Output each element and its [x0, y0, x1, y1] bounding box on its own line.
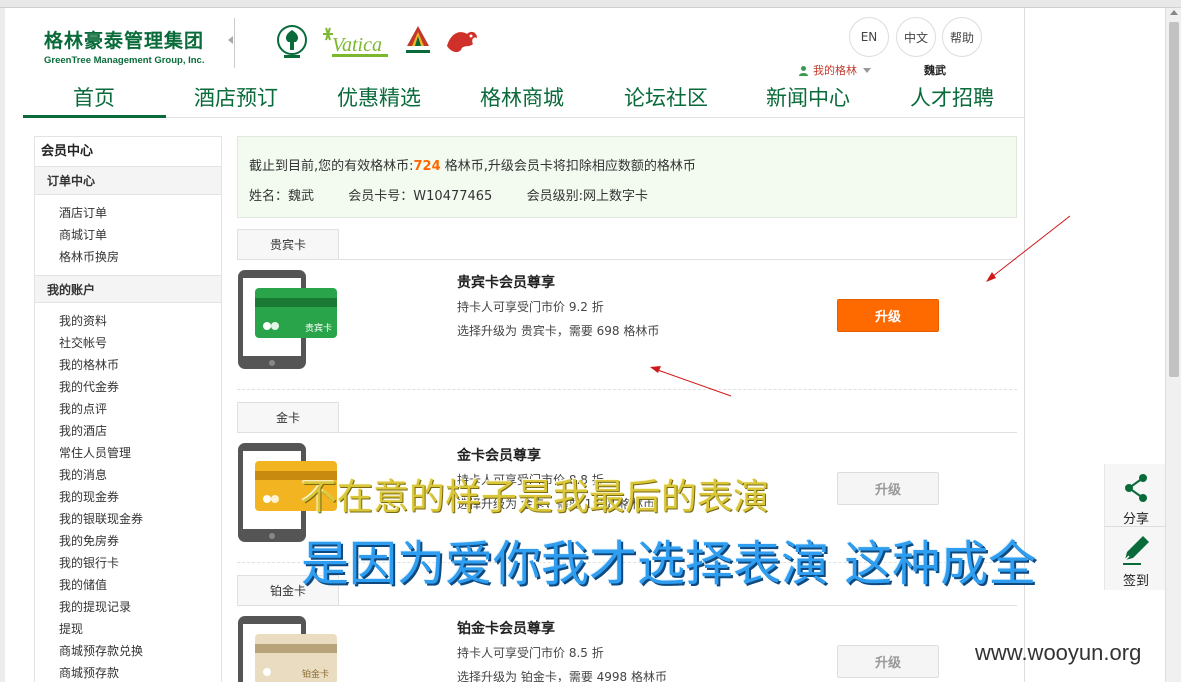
sidebar-item-free-room-coupons[interactable]: 我的免房券 — [35, 530, 221, 552]
scroll-thumb[interactable] — [1169, 22, 1179, 377]
vip-card-label: 贵宾卡 — [305, 322, 332, 334]
sidebar-section-account: 我的账户 — [35, 275, 221, 303]
upgrade-gold-button[interactable]: 升级 — [837, 472, 939, 505]
sidebar-item-bank-cards[interactable]: 我的银行卡 — [35, 552, 221, 574]
nav-item-news[interactable]: 新闻中心 — [766, 82, 850, 112]
share-divider — [1105, 526, 1167, 527]
platinum-card-cost: 选择升级为 铂金卡，需要 4998 格林币 — [457, 670, 667, 682]
sidebar-item-withdraw-records[interactable]: 我的提现记录 — [35, 596, 221, 618]
pen-icon — [1123, 536, 1149, 565]
lang-cn-label: 中文 — [903, 30, 928, 45]
logo-chinese-name: 格林豪泰管理集团 — [44, 30, 205, 52]
sidebar-item-profile[interactable]: 我的资料 — [35, 310, 221, 332]
coin-balance-text: 截止到目前,您的有效格林币:724 格林币,升级会员卡将扣除相应数额的格林币 — [249, 159, 696, 174]
greentree-inns-logo[interactable] — [276, 24, 308, 63]
sidebar-section-orders: 订单中心 — [35, 167, 221, 195]
sidebar-item-messages[interactable]: 我的消息 — [35, 464, 221, 486]
username: 魏武 — [924, 64, 946, 77]
caret-down-icon — [863, 67, 871, 73]
member-sidebar: 会员中心 订单中心 酒店订单 商城订单 格林币换房 我的账户 我的资料 社交帐号… — [34, 136, 222, 682]
card-separator — [237, 389, 1017, 390]
help-button[interactable]: 帮助 — [942, 17, 982, 57]
card-divider — [237, 259, 1017, 260]
lang-cn-button[interactable]: 中文 — [896, 17, 936, 57]
platinum-card-icon: 铂金卡 — [237, 614, 339, 682]
sidebar-item-coin-rooms[interactable]: 格林币换房 — [35, 246, 221, 268]
my-greentree-dropdown[interactable]: 我的格林 — [798, 62, 871, 78]
vatica-logo-text: Vatica — [332, 34, 382, 56]
coin-info-box: 截止到目前,您的有效格林币:724 格林币,升级会员卡将扣除相应数额的格林币 姓… — [237, 136, 1017, 218]
lyric-overlay-line1: 不在意的样子是我最后的表演 — [301, 477, 770, 518]
nav-item-mall[interactable]: 格林商城 — [480, 82, 564, 112]
platinum-card-title: 铂金卡会员尊享 — [457, 621, 555, 637]
sidebar-item-mall-deposit[interactable]: 商城预存款 — [35, 662, 221, 682]
card-divider — [237, 605, 1017, 606]
alyi-hotels-logo[interactable] — [403, 24, 433, 63]
dragon-logo[interactable] — [443, 26, 481, 61]
lyric-overlay-line2: 是因为爱你我才选择表演 这种成全 — [301, 536, 1037, 592]
sidebar-title: 会员中心 — [35, 137, 221, 167]
card-divider — [237, 432, 1017, 433]
gold-card-title: 金卡会员尊享 — [457, 448, 541, 464]
logo-english-name: GreenTree Management Group, Inc. — [44, 55, 205, 66]
watermark: www.wooyun.org — [975, 640, 1142, 665]
site-logo[interactable]: 格林豪泰管理集团 GreenTree Management Group, Inc… — [44, 26, 204, 66]
member-name: 姓名：魏武 — [249, 189, 315, 204]
vip-card-discount: 持卡人可享受门市价 9.2 折 — [457, 300, 604, 314]
sidebar-item-cash-coupons[interactable]: 我的现金券 — [35, 486, 221, 508]
scroll-up-icon[interactable] — [1170, 10, 1178, 15]
vertical-scrollbar[interactable] — [1165, 8, 1181, 682]
sidebar-item-my-coins[interactable]: 我的格林币 — [35, 354, 221, 376]
share-label: 分享 — [1122, 512, 1149, 527]
sidebar-item-reviews[interactable]: 我的点评 — [35, 398, 221, 420]
share-panel: 分享 签到 — [1104, 464, 1167, 590]
nav-item-hotel-booking[interactable]: 酒店预订 — [194, 82, 278, 112]
tab-vip-card[interactable]: 贵宾卡 — [237, 229, 339, 259]
coin-balance-value: 724 — [413, 159, 441, 174]
help-label: 帮助 — [949, 30, 974, 45]
user-icon — [799, 65, 808, 76]
nav-item-deals[interactable]: 优惠精选 — [337, 82, 421, 112]
sidebar-item-frequent-guests[interactable]: 常住人员管理 — [35, 442, 221, 464]
upgrade-platinum-button[interactable]: 升级 — [837, 645, 939, 678]
member-card-number: 会员卡号：W10477465 — [348, 189, 493, 204]
nav-item-home[interactable]: 首页 — [73, 82, 115, 112]
vip-card-icon: 贵宾卡 — [237, 268, 339, 369]
member-details: 姓名：魏武 会员卡号：W10477465 会员级别:网上数字卡 — [249, 185, 648, 204]
sidebar-item-vouchers[interactable]: 我的代金券 — [35, 376, 221, 398]
upgrade-vip-button[interactable]: 升级 — [837, 299, 939, 332]
sidebar-item-withdraw[interactable]: 提现 — [35, 618, 221, 640]
sidebar-item-social-accounts[interactable]: 社交帐号 — [35, 332, 221, 354]
platinum-card-discount: 持卡人可享受门市价 8.5 折 — [457, 646, 604, 660]
sidebar-item-mall-deposit-exchange[interactable]: 商城预存款兑换 — [35, 640, 221, 662]
page-left-border — [0, 8, 5, 682]
lang-en-button[interactable]: EN — [849, 17, 889, 57]
sidebar-item-mall-orders[interactable]: 商城订单 — [35, 224, 221, 246]
logo-divider — [234, 18, 235, 68]
vip-card-cost: 选择升级为 贵宾卡，需要 698 格林币 — [457, 324, 660, 338]
sidebar-item-stored-value[interactable]: 我的储值 — [35, 574, 221, 596]
share-icon — [1125, 474, 1147, 502]
lang-en-label: EN — [860, 30, 878, 44]
sidebar-item-hotel-orders[interactable]: 酒店订单 — [35, 202, 221, 224]
share-button[interactable]: 分享 — [1105, 472, 1167, 527]
platinum-card-label: 铂金卡 — [302, 668, 329, 680]
browser-top-strip — [0, 0, 1181, 8]
tab-gold-card[interactable]: 金卡 — [237, 402, 339, 432]
nav-active-indicator — [23, 115, 166, 118]
member-level: 会员级别:网上数字卡 — [526, 189, 648, 204]
signin-label: 签到 — [1122, 574, 1149, 589]
nav-item-forum[interactable]: 论坛社区 — [624, 82, 708, 112]
nav-item-careers[interactable]: 人才招聘 — [910, 82, 994, 112]
logo-arrow-icon — [228, 36, 233, 44]
main-nav: 首页 酒店预订 优惠精选 格林商城 论坛社区 新闻中心 人才招聘 — [23, 78, 1024, 118]
sidebar-item-unionpay-coupons[interactable]: 我的银联现金券 — [35, 508, 221, 530]
my-greentree-label: 我的格林 — [813, 64, 857, 77]
vatica-logo[interactable]: Vatica — [320, 24, 392, 63]
signin-button[interactable]: 签到 — [1105, 534, 1167, 589]
vip-card-title: 贵宾卡会员尊享 — [457, 275, 555, 291]
sidebar-item-my-hotels[interactable]: 我的酒店 — [35, 420, 221, 442]
